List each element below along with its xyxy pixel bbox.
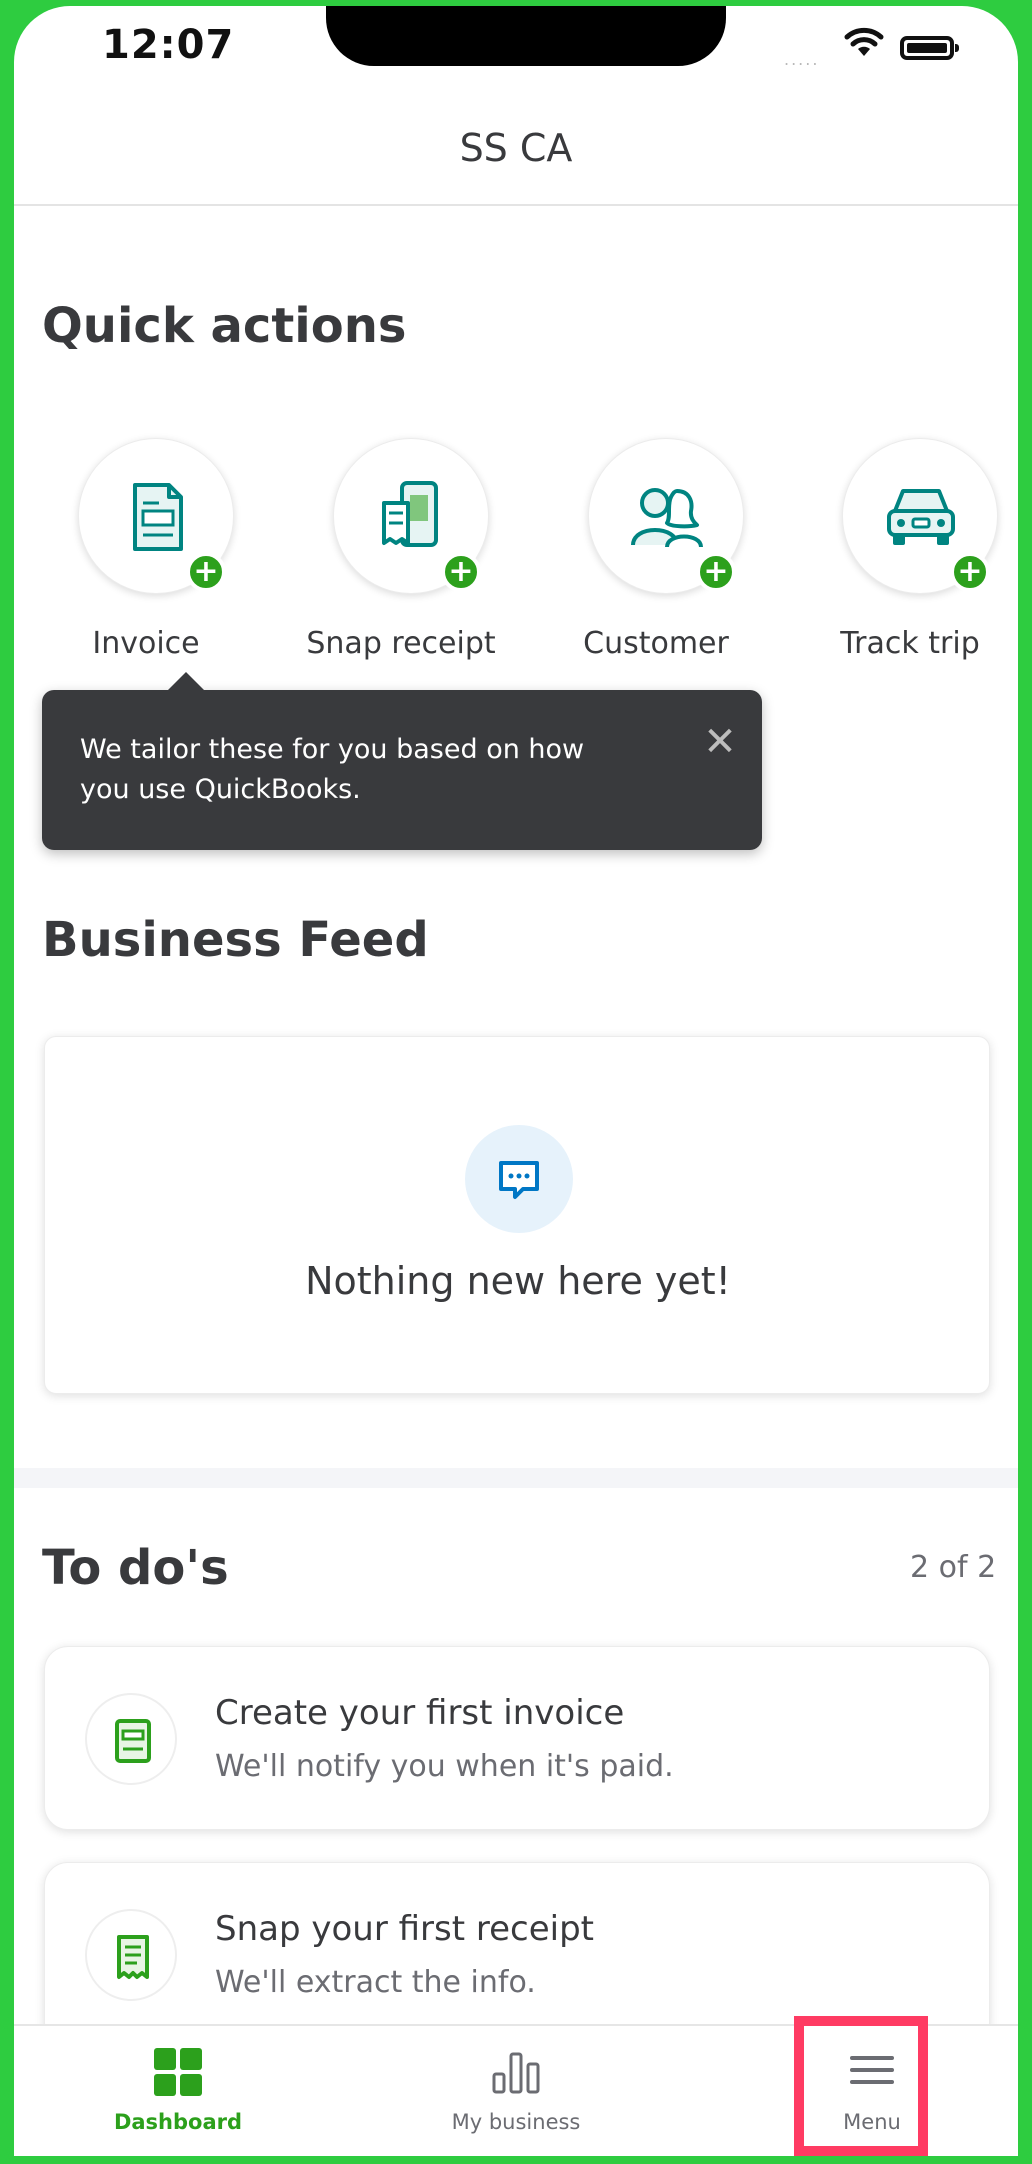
- todo-subtitle: We'll notify you when it's paid.: [215, 1749, 674, 1784]
- tooltip-arrow: [168, 672, 204, 690]
- todos-count: 2 of 2: [910, 1550, 997, 1585]
- bottom-nav: Dashboard My business Menu: [14, 2024, 1018, 2156]
- device-notch: [326, 6, 726, 66]
- quick-action-customer[interactable]: + Customer: [546, 430, 766, 670]
- company-title[interactable]: SS CA: [14, 126, 1018, 170]
- dashboard-icon: [68, 2046, 288, 2106]
- cellular-signal-icon: .....: [784, 50, 820, 69]
- close-icon[interactable]: ✕: [700, 722, 740, 762]
- quick-action-snap-receipt[interactable]: + Snap receipt: [291, 430, 511, 670]
- quick-action-label: Customer: [583, 626, 729, 661]
- nav-label: My business: [451, 2110, 581, 2134]
- customer-icon: [631, 488, 703, 548]
- nav-menu[interactable]: Menu: [762, 2026, 982, 2156]
- bar-chart-icon: [406, 2046, 626, 2106]
- status-time: 12:07: [102, 22, 235, 68]
- todo-title: Create your first invoice: [215, 1693, 625, 1733]
- nav-my-business[interactable]: My business: [406, 2026, 626, 2156]
- quick-actions-title: Quick actions: [42, 298, 407, 354]
- quick-action-label: Invoice: [92, 626, 200, 661]
- add-plus-icon: +: [441, 552, 481, 592]
- nav-label: Dashboard: [113, 2110, 243, 2134]
- todo-subtitle: We'll extract the info.: [215, 1965, 536, 2000]
- business-feed-card: Nothing new here yet!: [44, 1036, 990, 1394]
- receipt-icon: [85, 1909, 177, 2001]
- invoice-icon: [85, 1693, 177, 1785]
- todos-title: To do's: [42, 1540, 229, 1596]
- feed-empty-text: Nothing new here yet!: [305, 1259, 731, 1303]
- todo-card[interactable]: Snap your first receipt We'll extract th…: [44, 1862, 990, 2046]
- quick-action-track-trip[interactable]: + Track trip: [800, 430, 1018, 670]
- todo-title: Snap your first receipt: [215, 1909, 594, 1949]
- invoice-icon: [133, 483, 183, 551]
- quick-action-label: Snap receipt: [306, 626, 496, 661]
- tooltip-text: We tailor these for you based on how you…: [80, 734, 585, 805]
- chat-bubble-icon: [465, 1125, 573, 1233]
- add-plus-icon: +: [950, 552, 990, 592]
- app-screen: 12:07 ..... SS CA Quick actions + Invoic…: [14, 6, 1018, 2156]
- add-plus-icon: +: [186, 552, 226, 592]
- battery-icon: [900, 36, 959, 60]
- header-divider: [14, 204, 1018, 206]
- nav-dashboard[interactable]: Dashboard: [68, 2026, 288, 2156]
- quick-actions-tooltip: We tailor these for you based on how you…: [42, 672, 762, 850]
- wifi-icon: [844, 26, 884, 64]
- snap-receipt-icon: [382, 481, 438, 547]
- hamburger-icon: [762, 2046, 982, 2106]
- nav-label: Menu: [843, 2110, 901, 2134]
- todo-card[interactable]: Create your first invoice We'll notify y…: [44, 1646, 990, 1830]
- status-bar: 12:07 .....: [14, 6, 1018, 98]
- business-feed-title: Business Feed: [42, 912, 429, 968]
- add-plus-icon: +: [696, 552, 736, 592]
- quick-action-label: Track trip: [840, 626, 980, 661]
- car-icon: [887, 489, 955, 545]
- quick-action-invoice[interactable]: + Invoice: [36, 430, 256, 670]
- section-divider: [14, 1468, 1018, 1488]
